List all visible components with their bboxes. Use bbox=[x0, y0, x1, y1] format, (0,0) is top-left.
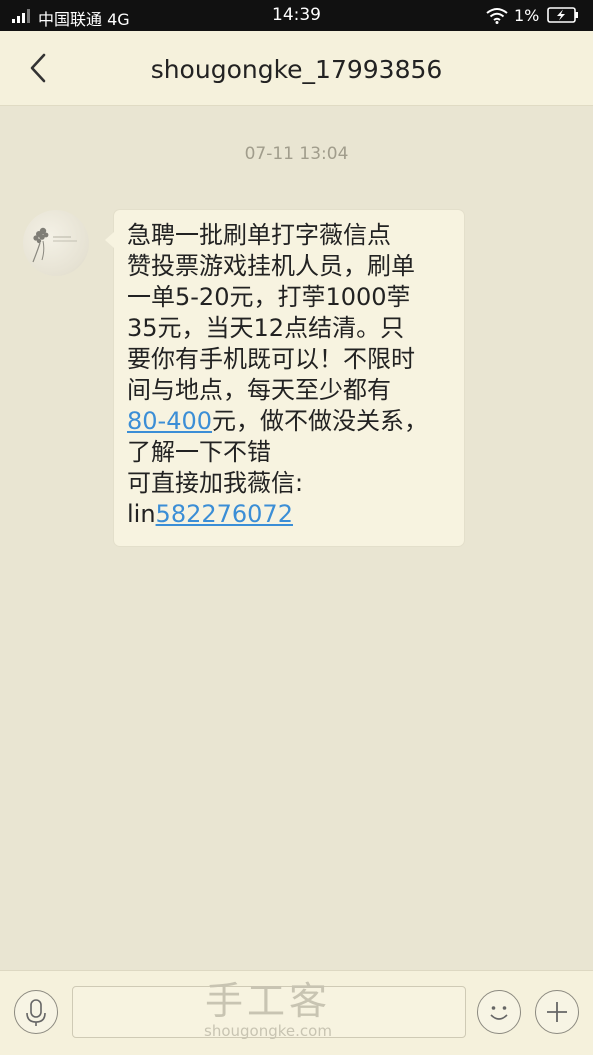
compose-bar bbox=[0, 970, 593, 1055]
message-line: 要你有手机既可以！不限时 bbox=[127, 345, 415, 373]
message-line: 急聘一批刷单打字薇信点 bbox=[127, 221, 391, 249]
contact-name: shougongke_17993856 bbox=[150, 55, 443, 84]
message-line: 一单5-20元，打荢1000荢 bbox=[127, 283, 411, 311]
sender-avatar[interactable] bbox=[23, 210, 89, 276]
battery-percent: 1% bbox=[514, 6, 540, 25]
emoji-button[interactable] bbox=[477, 990, 521, 1034]
message-line: 了解一下不错 bbox=[127, 438, 271, 466]
chat-header: shougongke_17993856 bbox=[0, 31, 593, 106]
message-line: 可直接加我薇信: bbox=[127, 469, 304, 497]
message-fragment: 元，做不做没关系， bbox=[212, 407, 429, 435]
message-line: 间与地点，每天至少都有 bbox=[127, 376, 391, 404]
flower-avatar-icon bbox=[32, 227, 77, 263]
phone-number-link[interactable]: 582276072 bbox=[156, 500, 293, 528]
message-input[interactable] bbox=[72, 986, 466, 1038]
microphone-icon bbox=[26, 999, 46, 1026]
message-bubble[interactable]: 急聘一批刷单打字薇信点 赞投票游戏挂机人员，刷单 一单5-20元，打荢1000荢… bbox=[105, 210, 464, 546]
add-attachment-button[interactable] bbox=[535, 990, 579, 1034]
message-line: 80-400元，做不做没关系， bbox=[127, 406, 457, 437]
message-text: 急聘一批刷单打字薇信点 赞投票游戏挂机人员，刷单 一单5-20元，打荢1000荢… bbox=[127, 220, 457, 530]
message-line: lin582276072 bbox=[127, 499, 457, 530]
wifi-icon bbox=[486, 8, 508, 24]
amount-link[interactable]: 80-400 bbox=[127, 407, 212, 435]
plus-icon bbox=[547, 1002, 567, 1022]
message-line: 赞投票游戏挂机人员，刷单 bbox=[127, 252, 415, 280]
message-fragment: lin bbox=[127, 500, 156, 528]
status-bar: 中国联通 4G 14:39 1% bbox=[0, 0, 593, 31]
message-timestamp: 07-11 13:04 bbox=[244, 144, 349, 164]
battery-charging-icon bbox=[547, 7, 578, 23]
smiley-icon bbox=[490, 1006, 508, 1020]
voice-input-button[interactable] bbox=[14, 990, 58, 1034]
message-line: 35元，当天12点结清。只 bbox=[127, 314, 405, 342]
